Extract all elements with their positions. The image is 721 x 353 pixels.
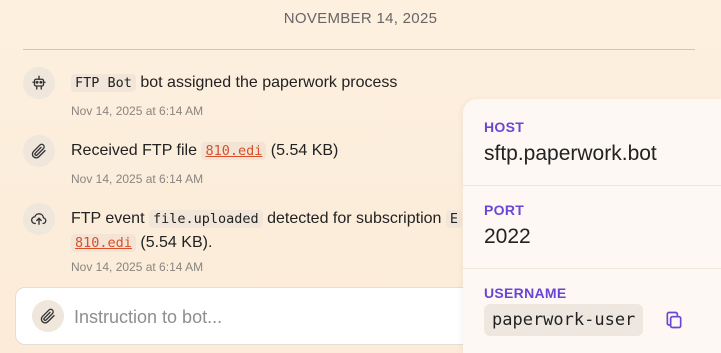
port-label: PORT xyxy=(484,202,525,218)
cloud-upload-icon xyxy=(23,203,55,235)
date-divider xyxy=(23,49,695,50)
file-link[interactable]: 810.edi xyxy=(201,142,267,160)
activity-description: bot assigned the paperwork process xyxy=(140,74,398,91)
paperclip-icon[interactable] xyxy=(32,300,64,332)
activity-text: FTP event file.uploaded detected for sub… xyxy=(71,208,463,230)
connection-details-panel: HOST sftp.paperwork.bot PORT 2022 USERNA… xyxy=(463,99,721,353)
field-divider xyxy=(463,268,721,269)
activity-text-before: FTP event xyxy=(71,210,145,227)
username-value: paperwork-user xyxy=(484,304,644,336)
bot-name: FTP Bot xyxy=(71,74,136,92)
date-header: NOVEMBER 14, 2025 xyxy=(283,10,438,27)
activity-timestamp: Nov 14, 2025 at 6:14 AM xyxy=(71,260,204,274)
activity-text-line2: 810.edi (5.54 KB). xyxy=(71,232,212,254)
activity-timestamp: Nov 14, 2025 at 6:14 AM xyxy=(71,172,204,186)
host-value: sftp.paperwork.bot xyxy=(484,142,657,165)
subscription-name: E xyxy=(445,210,463,228)
paperclip-icon xyxy=(23,135,55,167)
copy-icon[interactable] xyxy=(664,310,684,330)
file-link[interactable]: 810.edi xyxy=(71,234,136,252)
file-size: (5.54 KB) xyxy=(270,142,339,159)
file-size: (5.54 KB). xyxy=(140,234,213,251)
activity-text: Received FTP file 810.edi (5.54 KB) xyxy=(71,140,338,162)
robot-icon xyxy=(23,67,55,99)
username-label: USERNAME xyxy=(484,285,567,301)
instruction-composer xyxy=(15,287,487,345)
event-name: file.uploaded xyxy=(148,210,263,228)
activity-timestamp: Nov 14, 2025 at 6:14 AM xyxy=(71,104,204,118)
activity-text-before: Received FTP file xyxy=(71,142,197,159)
field-divider xyxy=(463,185,721,186)
instruction-input[interactable] xyxy=(72,302,466,332)
port-value: 2022 xyxy=(484,225,531,248)
activity-text: FTP Bot bot assigned the paperwork proce… xyxy=(71,72,397,94)
activity-text-after: detected for subscription xyxy=(267,210,442,227)
host-label: HOST xyxy=(484,119,525,135)
